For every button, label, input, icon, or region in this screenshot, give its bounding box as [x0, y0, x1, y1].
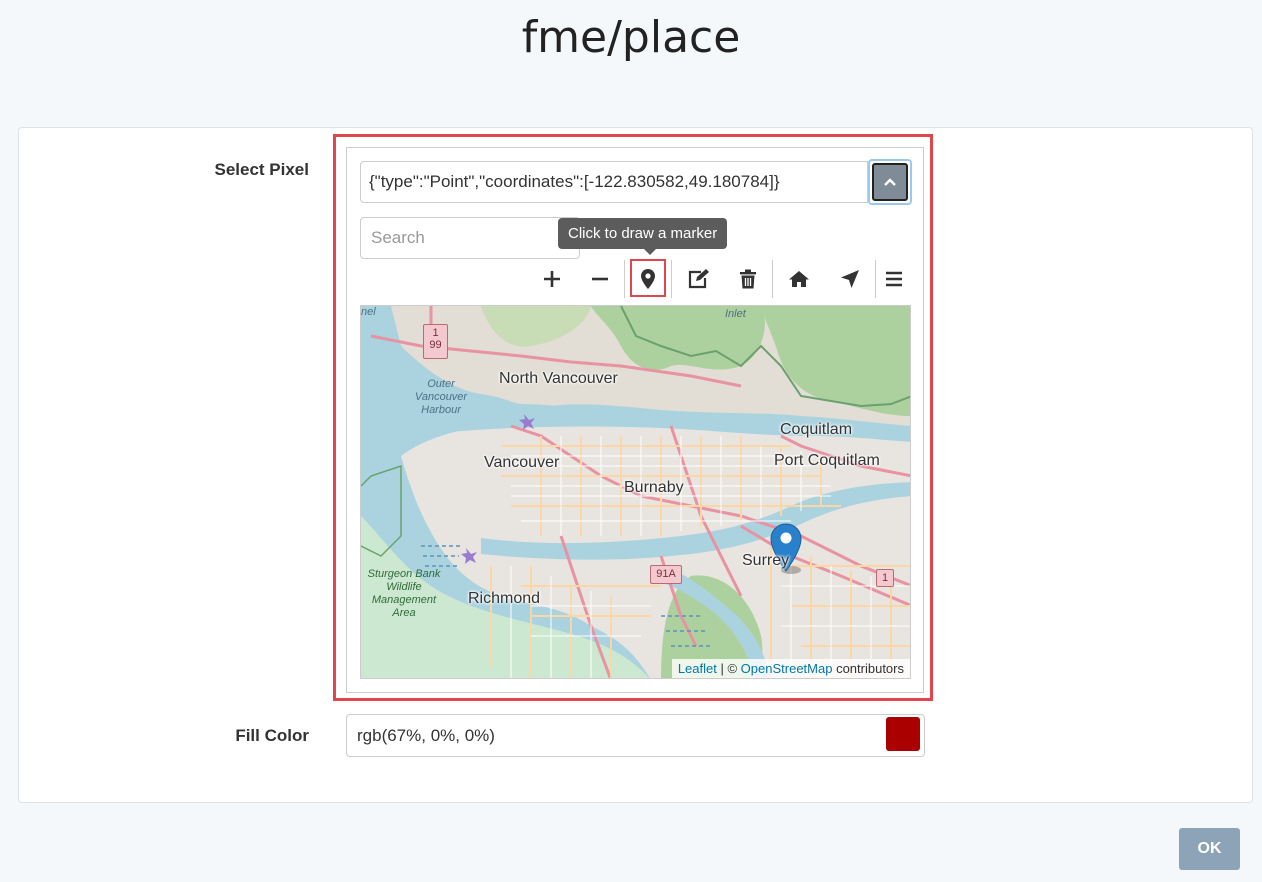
highway-shield-1-99: 1 99	[423, 324, 448, 359]
place-surrey: Surrey	[742, 552, 790, 569]
home-button[interactable]	[777, 262, 821, 296]
ok-button[interactable]: OK	[1179, 828, 1240, 870]
plus-icon	[544, 271, 560, 287]
place-burnaby: Burnaby	[624, 479, 684, 496]
toolbar-separator	[671, 260, 672, 298]
water-label-top-left: nel	[361, 306, 376, 318]
highway-shield-1: 1	[876, 569, 894, 587]
home-icon	[789, 271, 809, 287]
toolbar-separator	[772, 260, 773, 298]
search-input[interactable]	[360, 217, 580, 259]
water-label-inlet: Inlet	[725, 308, 746, 320]
openstreetmap-link[interactable]: OpenStreetMap	[741, 661, 833, 676]
park-label-sturgeon-bank: Sturgeon Bank Wildlife Management Area	[367, 568, 441, 619]
fill-color-label: Fill Color	[235, 726, 309, 745]
collapse-button[interactable]	[868, 159, 912, 205]
page-title: fme/place	[521, 12, 741, 63]
minus-icon	[592, 277, 608, 281]
zoom-in-button[interactable]	[530, 262, 574, 296]
menu-button[interactable]	[872, 262, 916, 296]
delete-button[interactable]	[726, 262, 770, 296]
color-swatch[interactable]	[886, 717, 920, 751]
trash-icon	[740, 269, 756, 289]
highway-shield-91a: 91A	[650, 565, 682, 584]
draw-marker-highlight	[630, 259, 666, 297]
leaflet-link[interactable]: Leaflet	[678, 661, 717, 676]
place-richmond: Richmond	[468, 590, 541, 607]
select-pixel-label: Select Pixel	[214, 160, 309, 179]
draw-marker-tooltip: Click to draw a marker	[558, 218, 728, 255]
place-vancouver: Vancouver	[484, 454, 560, 471]
edit-button[interactable]	[676, 262, 720, 296]
chevron-up-icon	[884, 178, 896, 186]
map-attribution: Leaflet | © OpenStreetMap contributors	[671, 659, 910, 678]
place-port-coquitlam: Port Coquitlam	[774, 452, 880, 469]
attribution-suffix: contributors	[832, 661, 904, 676]
geometry-value-field[interactable]: {"type":"Point","coordinates":[-122.8305…	[360, 161, 868, 203]
hamburger-menu-icon	[886, 271, 902, 287]
water-label-outer-harbour: Outer Vancouver Harbour	[414, 378, 468, 416]
fill-color-field[interactable]: rgb(67%, 0%, 0%)	[346, 714, 925, 757]
map-view[interactable]: nel Inlet Outer Vancouver Harbour Sturge…	[360, 305, 911, 679]
edit-icon	[688, 269, 709, 289]
place-north-vancouver: North Vancouver	[499, 370, 618, 387]
location-arrow-icon	[841, 270, 859, 288]
locate-button[interactable]	[828, 262, 872, 296]
toolbar-separator	[624, 260, 625, 298]
zoom-out-button[interactable]	[578, 262, 622, 296]
place-coquitlam: Coquitlam	[780, 421, 853, 438]
attribution-separator: | ©	[716, 661, 741, 676]
